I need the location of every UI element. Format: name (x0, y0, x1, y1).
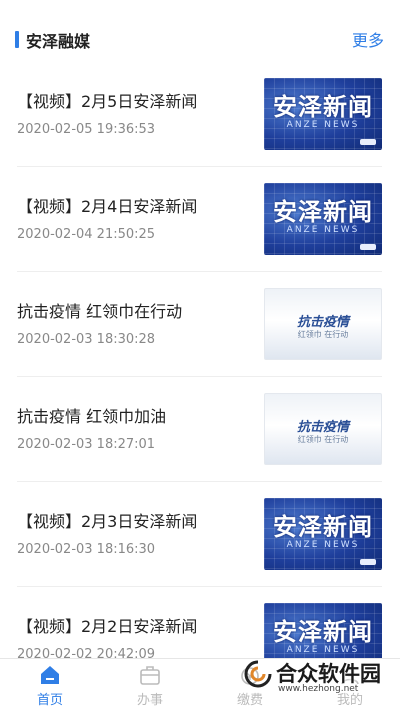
watermark-logo-icon (244, 660, 272, 688)
news-item[interactable]: 抗击疫情 红领巾在行动 2020-02-03 18:30:28 抗击疫情 红领巾… (17, 272, 382, 377)
news-date: 2020-02-03 18:30:28 (17, 332, 156, 347)
news-title: 【视频】2月5日安泽新闻 (17, 92, 198, 111)
thumbnail-title: 抗击疫情 (296, 315, 349, 330)
news-title: 【视频】2月3日安泽新闻 (17, 512, 198, 531)
thumbnail-subtitle: ANZE NEWS (286, 120, 360, 130)
tab-home[interactable]: 首页 (0, 659, 100, 710)
news-date: 2020-02-05 19:36:53 (17, 122, 156, 137)
news-list: 【视频】2月5日安泽新闻 2020-02-05 19:36:53 安泽新闻 AN… (0, 62, 400, 658)
news-title: 抗击疫情 红领巾在行动 (17, 302, 183, 321)
channel-logo-icon (360, 559, 376, 565)
news-title: 抗击疫情 红领巾加油 (17, 407, 167, 426)
thumbnail-title: 安泽新闻 (273, 513, 373, 541)
news-item[interactable]: 【视频】2月5日安泽新闻 2020-02-05 19:36:53 安泽新闻 AN… (17, 62, 382, 167)
thumbnail-title: 抗击疫情 (296, 420, 349, 435)
thumbnail-title: 安泽新闻 (273, 618, 373, 646)
section-title: 安泽融媒 (26, 32, 91, 51)
section-header: 安泽融媒 更多 (0, 0, 400, 62)
watermark: 合众软件园 www.hezhong.net (244, 656, 394, 694)
news-title: 【视频】2月4日安泽新闻 (17, 197, 198, 216)
news-title: 【视频】2月2日安泽新闻 (17, 617, 198, 636)
section-accent-bar (15, 31, 19, 48)
news-date: 2020-02-02 20:42:09 (17, 647, 156, 658)
news-thumbnail: 安泽新闻 ANZE NEWS (264, 183, 382, 255)
more-link[interactable]: 更多 (352, 27, 384, 51)
channel-logo-icon (360, 244, 376, 250)
tab-label: 首页 (36, 693, 63, 708)
tab-services[interactable]: 办事 (100, 659, 200, 710)
thumbnail-subtitle: ANZE NEWS (286, 645, 360, 655)
thumbnail-subtitle: ANZE NEWS (286, 225, 360, 235)
thumbnail-subtitle: ANZE NEWS (286, 540, 360, 550)
thumbnail-subtitle: 红领巾 在行动 (297, 330, 349, 339)
news-date: 2020-02-03 18:16:30 (17, 542, 156, 557)
news-date: 2020-02-03 18:27:01 (17, 437, 156, 452)
news-thumbnail: 安泽新闻 ANZE NEWS (264, 603, 382, 658)
news-thumbnail: 安泽新闻 ANZE NEWS (264, 498, 382, 570)
news-thumbnail: 抗击疫情 红领巾 在行动 (264, 288, 382, 360)
news-date: 2020-02-04 21:50:25 (17, 227, 156, 242)
news-item[interactable]: 【视频】2月3日安泽新闻 2020-02-03 18:16:30 安泽新闻 AN… (17, 482, 382, 587)
news-item[interactable]: 抗击疫情 红领巾加油 2020-02-03 18:27:01 抗击疫情 红领巾 … (17, 377, 382, 482)
thumbnail-subtitle: 红领巾 在行动 (297, 435, 349, 444)
news-thumbnail: 抗击疫情 红领巾 在行动 (264, 393, 382, 465)
watermark-url: www.hezhong.net (278, 684, 359, 694)
news-item[interactable]: 【视频】2月2日安泽新闻 2020-02-02 20:42:09 安泽新闻 AN… (17, 587, 382, 658)
thumbnail-title: 安泽新闻 (273, 93, 373, 121)
tab-label: 办事 (136, 693, 163, 708)
briefcase-icon (140, 666, 160, 685)
channel-logo-icon (360, 139, 376, 145)
news-thumbnail: 安泽新闻 ANZE NEWS (264, 78, 382, 150)
home-icon (41, 666, 59, 684)
thumbnail-title: 安泽新闻 (273, 198, 373, 226)
news-item[interactable]: 【视频】2月4日安泽新闻 2020-02-04 21:50:25 安泽新闻 AN… (17, 167, 382, 272)
